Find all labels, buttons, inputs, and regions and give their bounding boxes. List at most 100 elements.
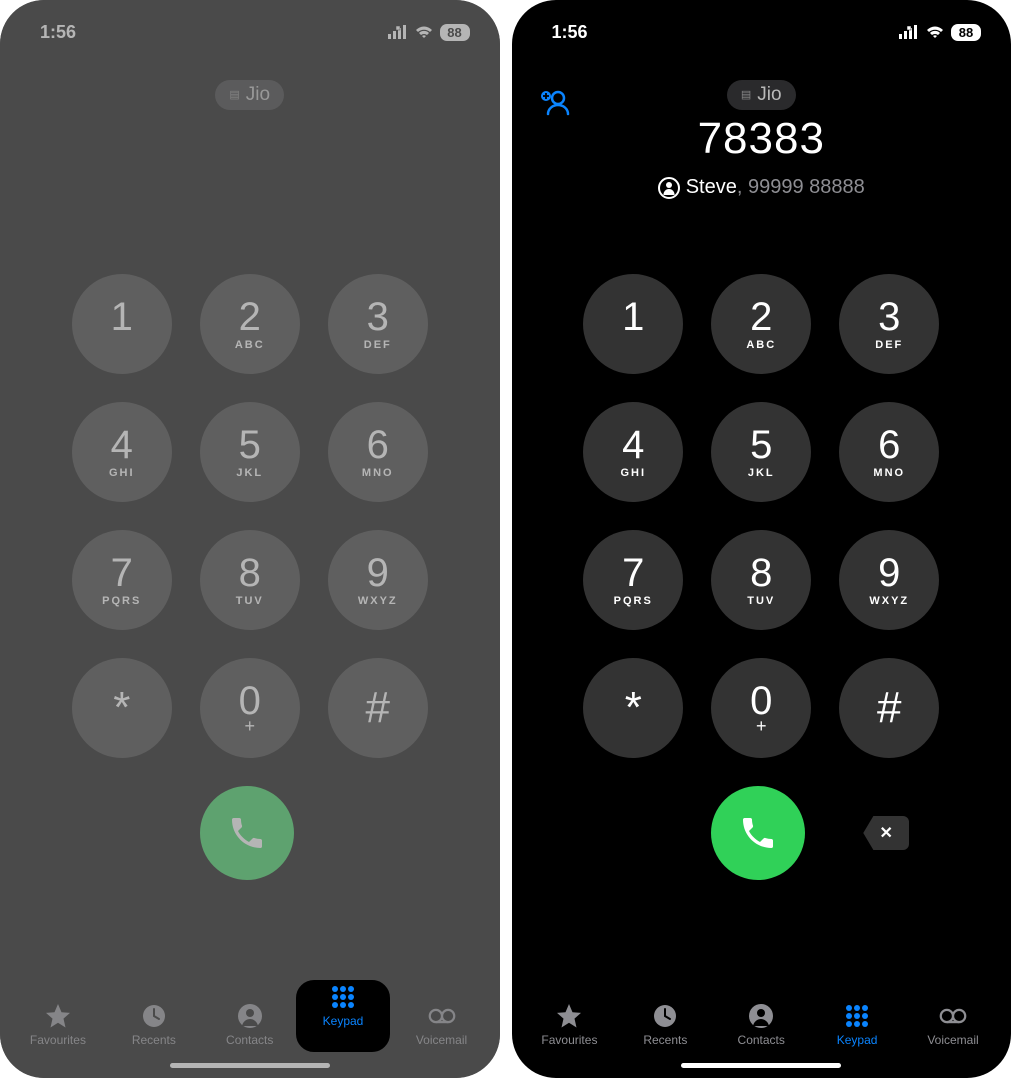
contacts-icon (747, 1003, 775, 1029)
key-2[interactable]: 2 ABC (200, 274, 300, 374)
key-9[interactable]: 9 WXYZ (328, 530, 428, 630)
phone-screen-left: 1:56 88 ▤ Jio 1 2 ABC 3 DEF 4GHI 5 JKL 6MNO 7 PQR… (0, 0, 500, 1078)
tab-bar: Favourites Recents Contacts Keypad Voicemail (512, 993, 1011, 1053)
key-digit: 9 (878, 553, 900, 593)
key-0[interactable]: 0+ (711, 658, 811, 758)
tab-keypad[interactable]: Keypad (306, 1003, 386, 1047)
key-3[interactable]: 3DEF (839, 274, 939, 374)
key-letters: DEF (364, 339, 392, 351)
add-contact-icon[interactable] (540, 88, 570, 116)
key-digit: 2 (239, 297, 261, 337)
key-letters: TUV (747, 595, 775, 607)
key-letters: ABC (235, 339, 265, 351)
key-letters: PQRS (102, 595, 141, 607)
key-letters: ABC (746, 339, 776, 351)
tab-keypad[interactable]: Keypad (817, 1003, 897, 1047)
contact-suggestion[interactable]: Steve, 99999 88888 (512, 176, 1011, 199)
key-4[interactable]: 4 GHI (583, 402, 683, 502)
key-3[interactable]: 3 DEF (328, 274, 428, 374)
tab-contacts[interactable]: Contacts (210, 1003, 290, 1047)
call-row (0, 786, 500, 880)
key-digit: 9 (367, 553, 389, 593)
wifi-icon (414, 25, 434, 39)
tab-bar: Favourites Recents Contacts Keypad Voicemail (0, 993, 500, 1053)
call-button[interactable] (200, 786, 294, 880)
key-digit: 3 (367, 297, 389, 337)
battery-indicator: 88 (951, 24, 981, 41)
key-5[interactable]: 5 JKL (711, 402, 811, 502)
suggestion-name: Steve (686, 176, 737, 198)
status-bar: 1:56 88 (0, 0, 500, 54)
key-1[interactable]: 1 (72, 274, 172, 374)
key-8[interactable]: 8 TUV (200, 530, 300, 630)
key-letters: JKL (236, 467, 263, 479)
key-#[interactable]: # (328, 658, 428, 758)
status-time: 1:56 (552, 22, 588, 43)
tab-favourites[interactable]: Favourites (18, 1003, 98, 1047)
tab-favourites[interactable]: Favourites (529, 1003, 609, 1047)
key-6[interactable]: 6MNO (839, 402, 939, 502)
key-4[interactable]: 4GHI (72, 402, 172, 502)
status-time: 1:56 (40, 22, 76, 43)
home-indicator (681, 1063, 841, 1068)
key-2[interactable]: 2ABC (711, 274, 811, 374)
keypad-icon (843, 1003, 871, 1029)
suggestion-number: 99999 88888 (748, 176, 865, 198)
key-letters: WXYZ (358, 595, 398, 607)
tab-label: Keypad (325, 1033, 366, 1047)
tab-recents[interactable]: Recents (625, 1003, 705, 1047)
key-digit: 1 (111, 297, 133, 337)
tab-recents[interactable]: Recents (114, 1003, 194, 1047)
key-*[interactable]: * (583, 658, 683, 758)
key-letters: GHI (620, 467, 646, 479)
key-digit: 5 (750, 425, 772, 465)
key-6[interactable]: 6MNO (328, 402, 428, 502)
key-digit: 7 (622, 553, 644, 593)
key-digit: * (113, 686, 130, 730)
tab-label: Contacts (226, 1033, 273, 1047)
key-letters: WXYZ (869, 595, 909, 607)
wifi-icon (925, 25, 945, 39)
key-7[interactable]: 7 PQRS (583, 530, 683, 630)
key-1[interactable]: 1 (583, 274, 683, 374)
key-letters: MNO (873, 467, 905, 479)
tab-label: Voicemail (927, 1033, 978, 1047)
delete-button[interactable]: ✕ (863, 816, 909, 850)
key-letters: PQRS (614, 595, 653, 607)
tab-label: Contacts (738, 1033, 785, 1047)
status-bar: 1:56 88 (512, 0, 1011, 54)
call-button[interactable] (711, 786, 805, 880)
tab-voicemail[interactable]: Voicemail (913, 1003, 993, 1047)
tab-label: Voicemail (416, 1033, 467, 1047)
carrier-pill[interactable]: ▤ Jio (215, 80, 284, 110)
tab-voicemail[interactable]: Voicemail (402, 1003, 482, 1047)
key-letters: MNO (362, 467, 394, 479)
favourites-icon (555, 1003, 583, 1029)
carrier-label: Jio (757, 84, 781, 106)
key-digit: 5 (239, 425, 261, 465)
recents-icon (651, 1003, 679, 1029)
key-letters: DEF (875, 339, 903, 351)
key-digit: 4 (622, 425, 644, 465)
key-7[interactable]: 7 PQRS (72, 530, 172, 630)
status-indicators: 88 (388, 24, 470, 41)
key-5[interactable]: 5 JKL (200, 402, 300, 502)
key-letters: TUV (236, 595, 264, 607)
key-#[interactable]: # (839, 658, 939, 758)
key-digit: 8 (239, 553, 261, 593)
key-letters: + (756, 717, 767, 735)
dial-display-area: ▤ Jio (0, 54, 500, 254)
key-0[interactable]: 0+ (200, 658, 300, 758)
key-8[interactable]: 8TUV (711, 530, 811, 630)
key-*[interactable]: * (72, 658, 172, 758)
dial-display-area: ▤ Jio 78383 Steve, 99999 88888 (512, 54, 1011, 254)
carrier-pill[interactable]: ▤ Jio (727, 80, 796, 110)
keypad: 1 2ABC 3DEF 4 GHI 5 JKL 6MNO 7 PQRS 8TUV 9 WXYZ * 0+ # (512, 274, 1011, 758)
tab-contacts[interactable]: Contacts (721, 1003, 801, 1047)
key-letters: JKL (748, 467, 775, 479)
key-digit: 4 (111, 425, 133, 465)
tab-label: Recents (643, 1033, 687, 1047)
key-digit: 7 (111, 553, 133, 593)
key-9[interactable]: 9 WXYZ (839, 530, 939, 630)
sim-icon: ▤ (741, 90, 751, 101)
